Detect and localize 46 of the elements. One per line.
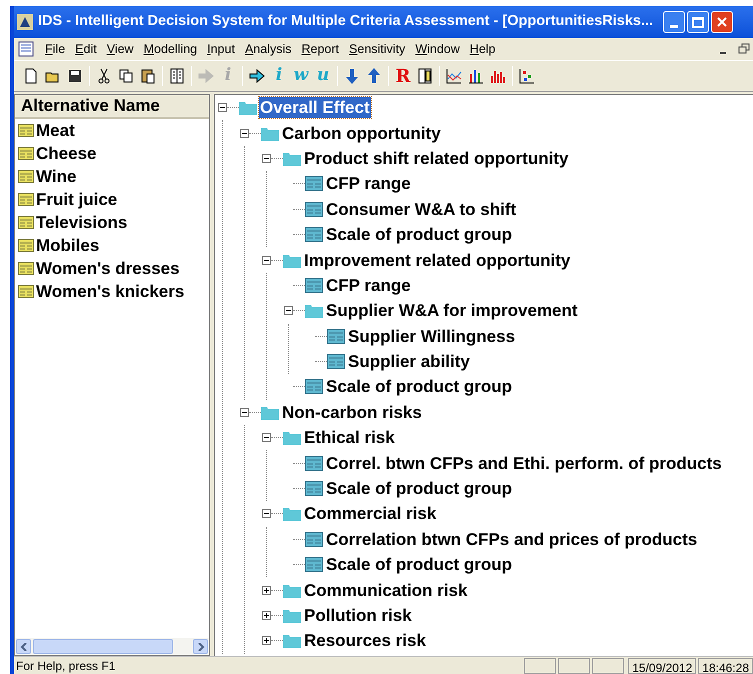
tree-item[interactable]: Commercial risk: [303, 503, 438, 524]
tree-item[interactable]: Improvement related opportunity: [303, 250, 572, 271]
menu-item[interactable]: Report: [296, 40, 344, 58]
menu-item[interactable]: Window: [410, 40, 465, 58]
menu-item[interactable]: View: [102, 40, 139, 58]
tree-item[interactable]: Resources risk: [303, 630, 427, 652]
status-date: 15/09/2012: [628, 658, 696, 674]
tree-item[interactable]: Product shift related opportunity: [303, 148, 570, 169]
tree-item[interactable]: Consumer W&A to shift: [325, 198, 518, 220]
alternative-item[interactable]: Women's knickers: [36, 278, 184, 304]
tree-item[interactable]: Non-carbon risks: [281, 402, 423, 423]
column-header[interactable]: Alternative Name: [15, 95, 209, 119]
tree-item[interactable]: Communication risk: [303, 580, 468, 601]
tree-item[interactable]: Ethical risk: [303, 427, 396, 448]
tree-item[interactable]: Pollution risk: [303, 605, 413, 626]
tree-item[interactable]: Supplier W&A for improvement: [325, 300, 579, 322]
status-text: For Help, press F1: [15, 658, 116, 674]
tree-item[interactable]: Supplier Willingness: [347, 326, 516, 347]
alternative-item[interactable]: Fruit juice: [36, 186, 118, 212]
tree-item[interactable]: Scale of product group: [325, 554, 514, 576]
menu-item[interactable]: Input: [202, 40, 240, 58]
tree-item[interactable]: CFP range: [325, 173, 412, 194]
window-title: IDS - Intelligent Decision System for Multiple Criteria Assessment - [OpportunitiesRisks...: [38, 12, 654, 32]
tree-item[interactable]: Correlation btwn CFPs and prices of products: [325, 528, 698, 550]
tree-item[interactable]: Scale of product group: [325, 224, 514, 246]
tree-item[interactable]: Scale of product group: [325, 478, 514, 500]
alternative-item[interactable]: Cheese: [36, 140, 96, 166]
menu-item[interactable]: Edit: [70, 40, 102, 58]
tree-item[interactable]: Overall Effect: [259, 97, 371, 118]
tree-item[interactable]: Carbon opportunity: [281, 122, 442, 144]
toolbar-button[interactable]: R: [392, 65, 414, 87]
alternative-item[interactable]: Meat: [36, 118, 75, 144]
alternative-item[interactable]: Mobiles: [36, 232, 100, 258]
menu-item[interactable]: Sensitivity: [344, 40, 410, 58]
tree-item[interactable]: Supplier ability: [347, 351, 471, 372]
tree-item[interactable]: Scale of product group: [325, 376, 514, 398]
tree-item[interactable]: Correl. btwn CFPs and Ethi. perform. of products: [325, 452, 723, 474]
menu-item[interactable]: Help: [464, 40, 501, 58]
status-time: 18:46:28: [698, 658, 753, 674]
alternative-item[interactable]: Women's dresses: [36, 256, 180, 282]
menu-item[interactable]: File: [40, 40, 70, 58]
menu-item[interactable]: Modelling: [138, 40, 202, 58]
tree-item[interactable]: CFP range: [325, 274, 412, 296]
alternative-item[interactable]: Televisions: [36, 210, 128, 236]
menu-item[interactable]: Analysis: [240, 40, 296, 58]
alternative-item[interactable]: Wine: [36, 164, 76, 190]
